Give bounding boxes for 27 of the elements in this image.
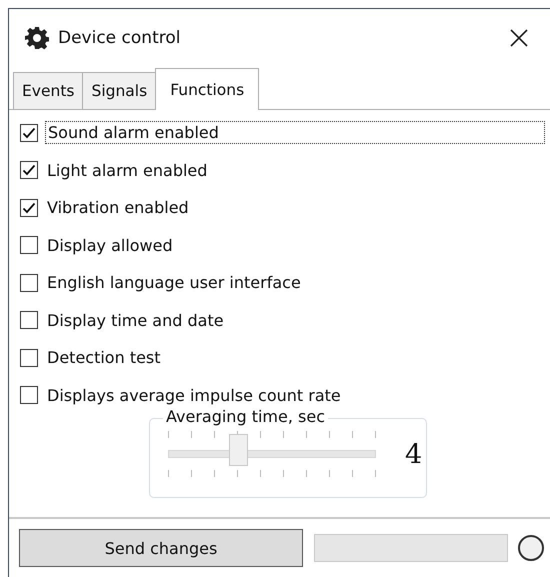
checkbox[interactable] xyxy=(20,198,38,217)
option-label[interactable]: English language user interface xyxy=(45,272,303,294)
window-title: Device control xyxy=(58,28,180,48)
option-label[interactable]: Vibration enabled xyxy=(45,197,191,218)
option-label[interactable]: Detection test xyxy=(45,347,163,368)
option-label[interactable]: Light alarm enabled xyxy=(45,160,210,181)
tab[interactable]: Events xyxy=(13,72,84,109)
checkbox[interactable] xyxy=(20,236,38,254)
option-label[interactable]: Sound alarm enabled xyxy=(45,121,545,144)
checkbox[interactable] xyxy=(20,386,38,404)
group-title: Averaging time, sec xyxy=(163,407,328,426)
checkbox[interactable] xyxy=(20,161,38,180)
checkbox[interactable] xyxy=(20,311,38,330)
option-label[interactable]: Display allowed xyxy=(45,234,175,256)
checkbox[interactable] xyxy=(20,348,38,367)
tab[interactable]: Functions xyxy=(155,68,260,110)
option-label[interactable]: Display time and date xyxy=(45,310,226,331)
close-icon[interactable] xyxy=(510,29,528,47)
slider-thumb[interactable] xyxy=(228,434,248,466)
slider[interactable] xyxy=(168,431,376,477)
option-label[interactable]: Displays average impulse count rate xyxy=(45,384,343,406)
checkbox[interactable] xyxy=(20,124,38,142)
gear-icon xyxy=(25,26,49,50)
tab[interactable]: Signals xyxy=(82,72,156,109)
send-changes-button[interactable]: Send changes xyxy=(19,529,303,567)
slider-value: 4 xyxy=(405,438,422,470)
checkbox[interactable] xyxy=(20,274,38,292)
